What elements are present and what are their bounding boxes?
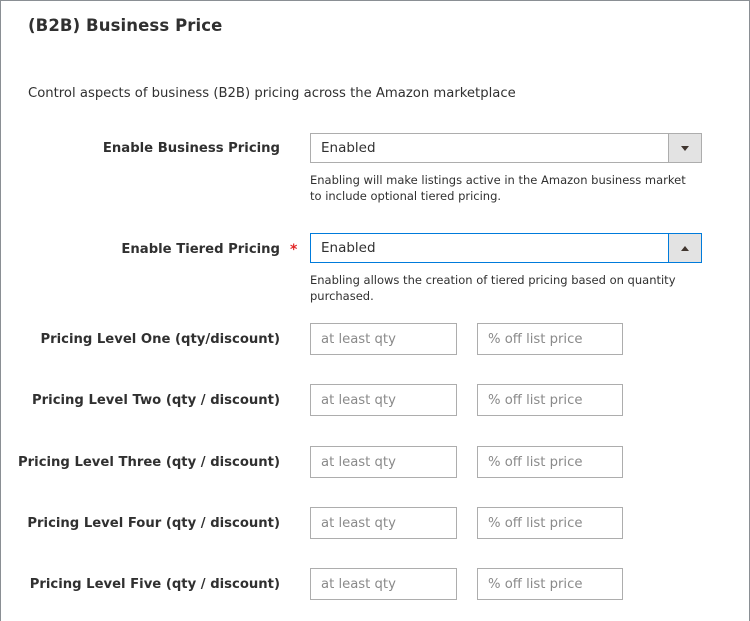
pricing-level-five-label: Pricing Level Five (qty / discount) xyxy=(29,577,280,592)
section-description: Control aspects of business (B2B) pricin… xyxy=(28,86,516,101)
pricing-level-five-discount-input[interactable] xyxy=(477,568,623,600)
enable-business-pricing-select[interactable]: Enabled xyxy=(310,133,702,163)
pricing-level-one-discount-input[interactable] xyxy=(477,323,623,355)
enable-business-pricing-label: Enable Business Pricing xyxy=(102,141,280,156)
enable-tiered-pricing-label: Enable Tiered Pricing xyxy=(121,242,280,257)
arrow-up-icon xyxy=(681,245,689,251)
pricing-level-two-label: Pricing Level Two (qty / discount) xyxy=(32,393,280,408)
pricing-level-five-qty-input[interactable] xyxy=(310,568,457,600)
required-marker: * xyxy=(290,242,298,258)
pricing-level-three-discount-input[interactable] xyxy=(477,446,623,478)
enable-tiered-pricing-value: Enabled xyxy=(321,240,376,256)
pricing-level-three-label: Pricing Level Three (qty / discount) xyxy=(18,455,280,470)
pricing-level-three-qty-input[interactable] xyxy=(310,446,457,478)
enable-tiered-pricing-toggle[interactable] xyxy=(668,234,701,262)
pricing-level-four-qty-input[interactable] xyxy=(310,507,457,539)
pricing-level-four-discount-input[interactable] xyxy=(477,507,623,539)
pricing-level-two-discount-input[interactable] xyxy=(477,384,623,416)
enable-business-pricing-note: Enabling will make listings active in th… xyxy=(310,173,686,203)
section-title: (B2B) Business Price xyxy=(28,16,223,35)
enable-tiered-pricing-note: Enabling allows the creation of tiered p… xyxy=(310,273,676,303)
pricing-level-two-qty-input[interactable] xyxy=(310,384,457,416)
pricing-level-one-label: Pricing Level One (qty/discount) xyxy=(40,332,280,347)
pricing-level-one-qty-input[interactable] xyxy=(310,323,457,355)
enable-business-pricing-toggle[interactable] xyxy=(668,134,701,162)
enable-business-pricing-value: Enabled xyxy=(321,140,376,156)
arrow-down-icon xyxy=(681,145,689,151)
pricing-level-four-label: Pricing Level Four (qty / discount) xyxy=(27,516,280,531)
enable-tiered-pricing-select[interactable]: Enabled xyxy=(310,233,702,263)
